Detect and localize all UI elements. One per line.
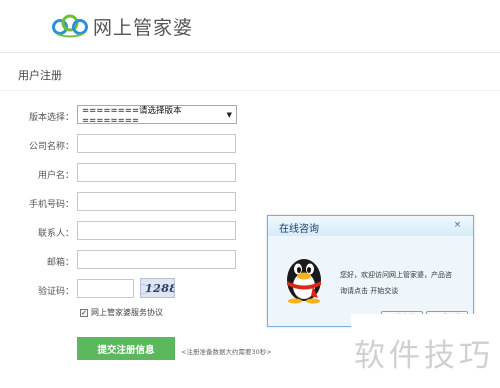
online-consult-popup: 在线咨询 × 您好，欢迎访问网上管家婆，产品咨 询请点击 开始交谈 开始交谈 以… — [267, 215, 474, 327]
captcha-label: 验证码： — [37, 287, 74, 297]
page-title: 用户注册 — [18, 69, 62, 82]
agree-checkbox[interactable]: ✓ — [80, 308, 88, 317]
watermark-text: 软件技巧 — [354, 338, 494, 374]
version-label: 版本选择： — [28, 113, 74, 123]
username-input[interactable] — [77, 163, 236, 182]
email-input[interactable] — [77, 250, 236, 269]
qq-penguin-icon — [287, 259, 321, 304]
popup-message-line-1: 您好，欢迎访问网上管家婆，产品咨 — [340, 271, 452, 279]
phone-label: 手机号码： — [28, 200, 74, 210]
phone-input[interactable] — [77, 192, 236, 211]
popup-header: 在线咨询 × — [268, 216, 473, 237]
top-header: 网上管家婆 — [0, 0, 500, 53]
captcha-code: 1288 — [145, 282, 175, 295]
popup-title: 在线咨询 — [279, 224, 319, 235]
brand-name: 网上管家婆 — [93, 16, 194, 39]
title-divider — [0, 90, 500, 91]
logo-icon — [52, 14, 88, 38]
agree-link[interactable]: 网上管家婆服务协议 — [91, 307, 163, 318]
popup-message: 您好，欢迎访问网上管家婆，产品咨 询请点击 开始交谈 — [340, 267, 468, 299]
popup-message-line-2[interactable]: 询请点击 开始交谈 — [340, 283, 468, 299]
contact-input[interactable] — [77, 221, 236, 240]
chevron-down-icon: ▼ — [226, 111, 232, 119]
version-select-value: ========请选择版本======== — [82, 105, 182, 126]
company-input[interactable] — [77, 134, 236, 153]
contact-label: 联系人： — [37, 229, 74, 239]
company-label: 公司名称： — [28, 142, 74, 152]
submit-button[interactable]: 提交注册信息 — [77, 337, 175, 360]
email-label: 邮箱： — [46, 258, 74, 268]
brand-logo[interactable]: 网上管家婆 — [51, 11, 193, 41]
captcha-input[interactable] — [77, 279, 134, 298]
close-icon[interactable]: × — [452, 220, 463, 230]
captcha-image[interactable]: 1288 — [140, 278, 175, 298]
version-select[interactable]: ========请选择版本======== ▼ — [77, 105, 237, 126]
submit-hint: <注册准备数据大约需要30秒> — [181, 348, 272, 356]
username-label: 用户名： — [37, 171, 74, 181]
agreement-row: ✓ 网上管家婆服务协议 — [80, 307, 163, 318]
